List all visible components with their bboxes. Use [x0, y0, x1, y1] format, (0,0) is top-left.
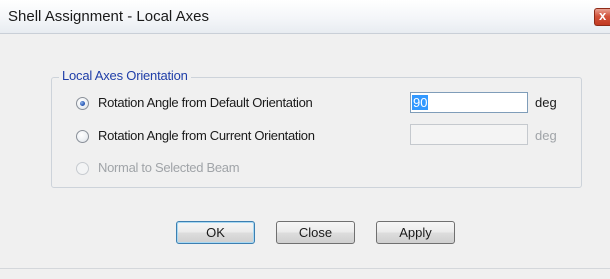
ok-button[interactable]: OK	[176, 221, 255, 244]
current-angle-input[interactable]	[410, 124, 528, 145]
current-angle-unit: deg	[535, 128, 557, 143]
radio-current-orientation-label[interactable]: Rotation Angle from Current Orientation	[98, 128, 315, 143]
radio-normal-to-beam[interactable]	[76, 162, 89, 175]
radio-normal-to-beam-label: Normal to Selected Beam	[98, 160, 240, 175]
apply-button[interactable]: Apply	[376, 221, 455, 244]
default-angle-unit: deg	[535, 95, 557, 110]
dialog-bottom-border	[0, 268, 610, 269]
shell-assignment-dialog: Shell Assignment - Local Axes x Local Ax…	[0, 0, 610, 279]
title-bar[interactable]: Shell Assignment - Local Axes x	[0, 0, 610, 34]
default-angle-value: 90	[412, 95, 429, 110]
radio-default-orientation[interactable]	[76, 97, 89, 110]
close-icon: x	[599, 8, 607, 23]
default-angle-input[interactable]: 90	[410, 92, 528, 113]
radio-current-orientation[interactable]	[76, 130, 89, 143]
radio-default-orientation-label[interactable]: Rotation Angle from Default Orientation	[98, 95, 313, 110]
close-window-button[interactable]: x	[594, 8, 610, 26]
group-legend: Local Axes Orientation	[59, 68, 191, 83]
window-title: Shell Assignment - Local Axes	[8, 8, 209, 25]
close-button[interactable]: Close	[276, 221, 355, 244]
